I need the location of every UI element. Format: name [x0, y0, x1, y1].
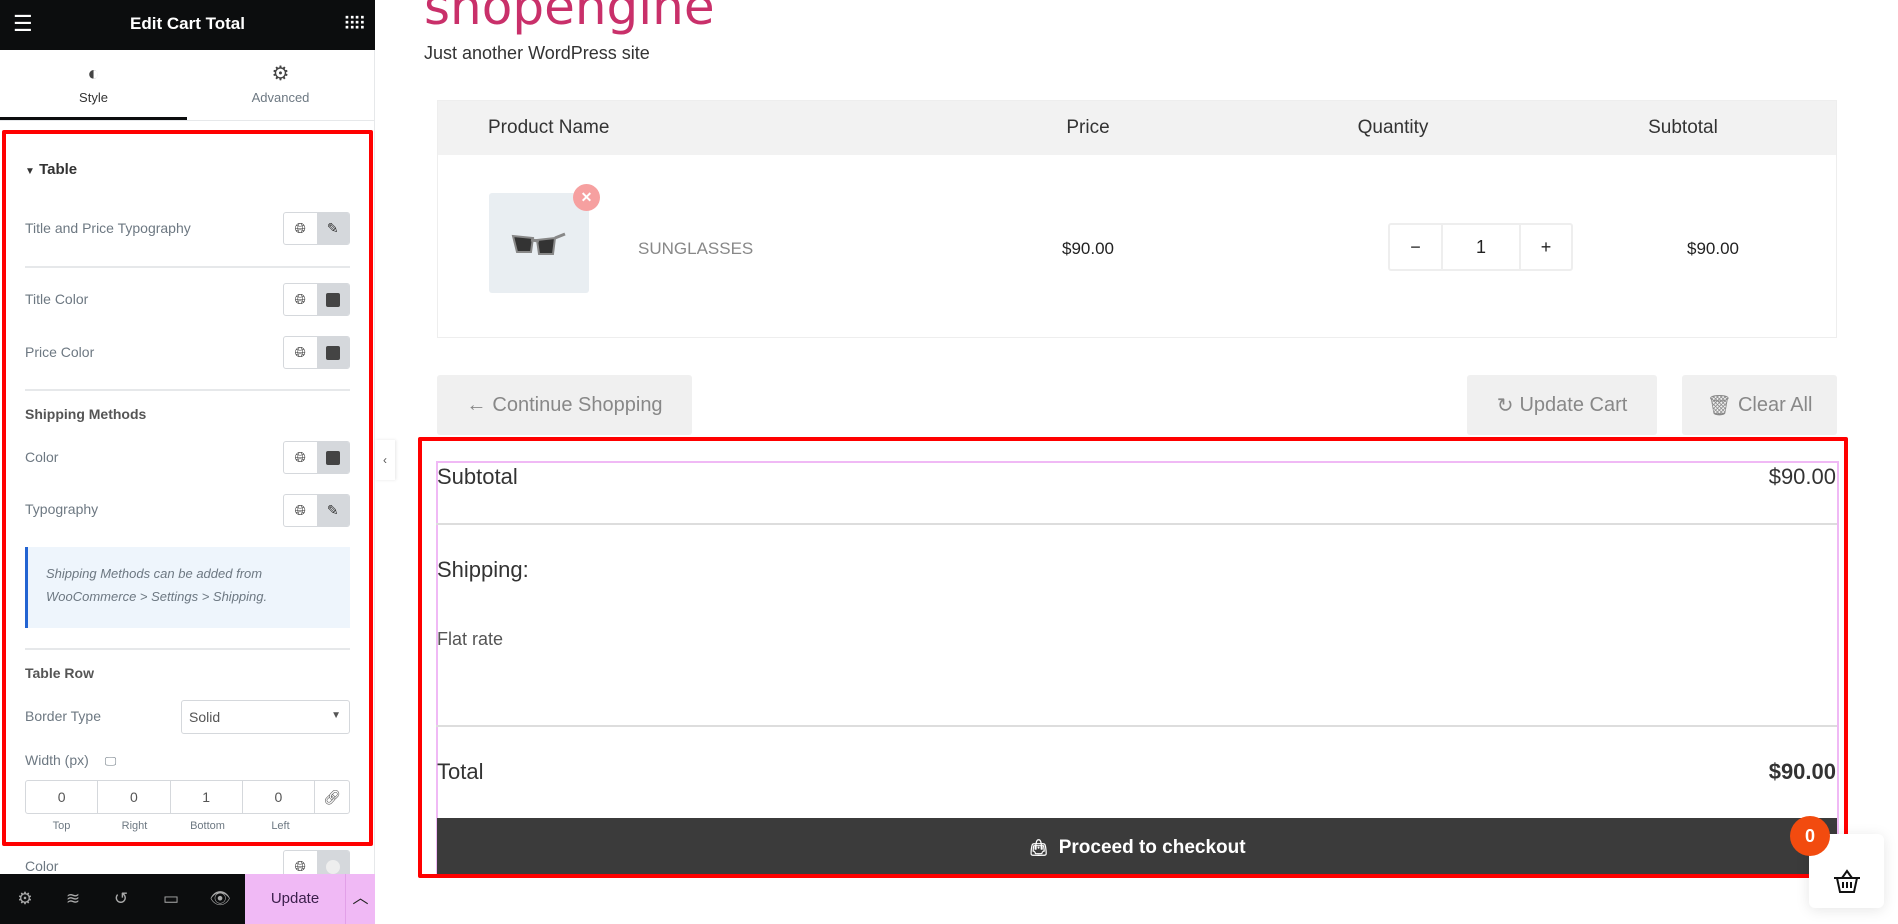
- shipping-color-control[interactable]: 🌐︎: [283, 441, 350, 474]
- control-label: Price Color: [25, 344, 95, 360]
- color-swatch[interactable]: [316, 337, 349, 368]
- sunglasses-icon: [511, 232, 566, 255]
- width-right-input[interactable]: 0: [98, 781, 171, 813]
- section-title: Table: [39, 161, 78, 178]
- dim-label: Right: [121, 820, 148, 832]
- title-color-control[interactable]: 🌐︎: [283, 283, 350, 316]
- border-type-select[interactable]: Solid ▼: [181, 700, 350, 734]
- settings-icon[interactable]: ⚙: [2, 874, 48, 924]
- control-label: Title and Price Typography: [25, 220, 191, 236]
- border-width-inputs: 0 0 1 0 🔗︎: [25, 780, 350, 814]
- clear-all-button[interactable]: 🗑︎ Clear All: [1682, 375, 1837, 435]
- divider: [25, 389, 350, 391]
- increase-qty-button[interactable]: +: [1521, 225, 1571, 269]
- history-icon[interactable]: ↺: [98, 874, 144, 924]
- caret-down-icon: ▼: [331, 710, 341, 721]
- collapse-panel-handle[interactable]: ‹: [375, 440, 395, 480]
- basket-icon: [1833, 869, 1860, 893]
- color-swatch[interactable]: [316, 284, 349, 315]
- item-subtotal: $90.00: [1687, 239, 1739, 258]
- quantity-stepper: − 1 +: [1388, 223, 1573, 271]
- preview-eye-icon[interactable]: 👁︎: [197, 874, 243, 924]
- decrease-qty-button[interactable]: −: [1390, 225, 1443, 269]
- responsive-mode-icon[interactable]: ▭: [148, 874, 194, 924]
- editor-panel: ☰ Edit Cart Total ⠿⠿ ◐ Style ⚙ Advanced ▼ …: [0, 0, 375, 924]
- quantity-input[interactable]: 1: [1443, 225, 1521, 269]
- pencil-icon[interactable]: ✎: [316, 495, 349, 526]
- control-label: Title Color: [25, 291, 89, 307]
- dim-label: Bottom: [190, 820, 225, 832]
- button-label: Update Cart: [1519, 393, 1628, 416]
- control-label: Color: [25, 449, 59, 465]
- cart-table: Product Name Price Quantity Subtotal ✕ S…: [437, 100, 1837, 338]
- globe-icon[interactable]: 🌐︎: [284, 284, 317, 315]
- link-values-icon[interactable]: 🔗︎: [315, 781, 349, 813]
- refresh-icon: ↻: [1496, 394, 1514, 417]
- divider: [25, 266, 350, 268]
- column-header: Product Name: [488, 117, 610, 138]
- remove-item-icon[interactable]: ✕: [573, 184, 600, 211]
- globe-icon[interactable]: 🌐︎: [284, 213, 317, 244]
- divider: [0, 120, 375, 121]
- column-header: Quantity: [1357, 117, 1429, 138]
- control-label: Color: [25, 858, 59, 874]
- width-top-input[interactable]: 0: [26, 781, 99, 813]
- pencil-icon[interactable]: ✎: [316, 213, 349, 244]
- subsection-title: Table Row: [25, 665, 94, 681]
- caret-down-icon: ▼: [25, 166, 35, 177]
- button-label: Clear All: [1737, 393, 1813, 416]
- select-value: Solid: [189, 709, 221, 725]
- panel-header: ☰ Edit Cart Total ⠿⠿: [0, 0, 375, 50]
- section-toggle-table[interactable]: ▼ Table: [25, 161, 77, 178]
- gear-icon: ⚙: [271, 63, 290, 85]
- dim-label: Left: [271, 820, 290, 832]
- info-notice: Shipping Methods can be added from WooCo…: [25, 547, 350, 628]
- widgets-grid-icon[interactable]: ⠿⠿: [343, 13, 366, 35]
- control-label: Width (px): [25, 752, 89, 768]
- width-left-input[interactable]: 0: [243, 781, 315, 813]
- price-color-control[interactable]: 🌐︎: [283, 336, 350, 369]
- cart-count-badge: 0: [1790, 816, 1830, 856]
- width-bottom-input[interactable]: 1: [171, 781, 243, 813]
- desktop-icon[interactable]: 🖵: [105, 754, 117, 768]
- tab-advanced[interactable]: ⚙ Advanced: [187, 50, 374, 120]
- panel-title: Edit Cart Total: [130, 14, 245, 33]
- button-label: Continue Shopping: [492, 393, 663, 416]
- arrow-left-icon: ←: [466, 393, 487, 416]
- chevron-up-icon[interactable]: ︿: [345, 874, 375, 924]
- update-button[interactable]: Update: [245, 874, 345, 924]
- site-tagline: Just another WordPress site: [424, 43, 650, 63]
- globe-icon[interactable]: 🌐︎: [284, 337, 317, 368]
- column-header: Subtotal: [1648, 117, 1718, 138]
- control-label: Border Type: [25, 708, 102, 724]
- contrast-icon: ◐: [87, 63, 100, 85]
- tab-label: Style: [79, 90, 108, 105]
- column-header: Price: [1066, 117, 1110, 138]
- site-title[interactable]: shopengine: [424, 0, 715, 36]
- product-price: $90.00: [1062, 239, 1114, 258]
- update-cart-button[interactable]: ↻ Update Cart: [1467, 375, 1657, 435]
- typography-control[interactable]: 🌐︎ ✎: [283, 212, 350, 245]
- continue-shopping-button[interactable]: ← Continue Shopping: [437, 375, 692, 435]
- table-header: Product Name Price Quantity Subtotal: [438, 101, 1836, 155]
- control-label: Typography: [25, 501, 99, 517]
- tab-label: Advanced: [251, 90, 310, 105]
- product-name[interactable]: SUNGLASSES: [638, 239, 753, 259]
- highlight-box: [418, 437, 1848, 878]
- trash-icon: 🗑︎: [1706, 394, 1732, 417]
- navigator-layers-icon[interactable]: ≋: [50, 874, 96, 924]
- product-thumbnail[interactable]: [489, 193, 589, 293]
- shipping-typography-control[interactable]: 🌐︎ ✎: [283, 494, 350, 527]
- tab-style[interactable]: ◐ Style: [0, 50, 187, 120]
- globe-icon[interactable]: 🌐︎: [284, 495, 317, 526]
- globe-icon[interactable]: 🌐︎: [284, 442, 317, 473]
- divider: [25, 648, 350, 650]
- color-swatch[interactable]: [316, 442, 349, 473]
- subsection-title: Shipping Methods: [25, 406, 147, 422]
- dim-label: Top: [52, 820, 71, 832]
